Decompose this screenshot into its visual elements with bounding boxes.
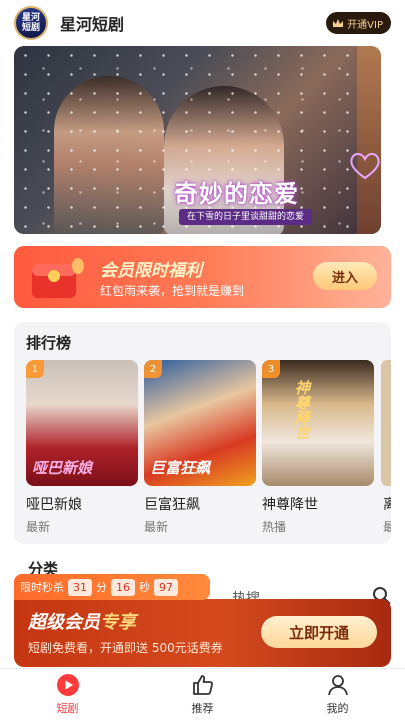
drama-poster[interactable]: 1 哑巴新娘 xyxy=(26,360,138,486)
user-icon xyxy=(327,675,348,696)
countdown-unit-min: 分 xyxy=(96,581,107,594)
flash-sale-countdown: 限时秒杀 31 分 16 秒 97 xyxy=(14,574,210,600)
drama-poster[interactable]: 2 巨富狂飙 xyxy=(144,360,256,486)
banner-subtitle: 在下雪的日子里谈甜甜的恋爱 xyxy=(179,209,313,225)
nav-label: 我的 xyxy=(326,702,349,715)
app-title: 星河短剧 xyxy=(60,15,125,34)
app-header: 星河 短剧 星河短剧 开通VIP xyxy=(0,0,405,46)
ranking-heading: 排行榜 xyxy=(26,334,72,352)
countdown-ms: 97 xyxy=(154,578,178,596)
poster-title: 神尊降世 xyxy=(293,380,311,440)
nav-item-shorts[interactable]: 短剧 xyxy=(0,669,135,720)
countdown-unit-sec: 秒 xyxy=(139,581,150,594)
poster-title: 哑巴新娘 xyxy=(32,459,93,477)
crown-icon xyxy=(333,19,344,27)
drama-tag: 最新 xyxy=(26,520,51,534)
rank-badge: 3 xyxy=(262,360,280,378)
promo-subtitle: 红包雨来袭，抢到就是赚到 xyxy=(100,284,245,298)
drama-name[interactable]: 巨富狂飙 xyxy=(144,494,200,514)
nav-item-recommend[interactable]: 推荐 xyxy=(135,669,270,720)
drama-name[interactable]: 神尊降世 xyxy=(262,494,318,514)
nav-label: 推荐 xyxy=(191,702,214,715)
vip-title-main: 超级会员 xyxy=(28,612,100,633)
poster-image xyxy=(262,360,374,486)
drama-name[interactable]: 哑巴新娘 xyxy=(26,494,82,514)
rank-badge: 1 xyxy=(26,360,44,378)
play-icon xyxy=(56,674,79,696)
red-envelope-icon xyxy=(32,258,84,298)
open-vip-button[interactable]: 开通VIP xyxy=(326,12,391,34)
super-vip-banner[interactable]: 超级会员专享 短剧免费看，开通即送 500元话费券 立即开通 xyxy=(14,599,391,667)
ranking-section: 排行榜 1 哑巴新娘 哑巴新娘 最新 2 巨富狂飙 巨富狂飙 最新 3 神尊降世… xyxy=(14,322,391,544)
featured-banner[interactable]: 奇妙的恋爱 在下雪的日子里谈甜甜的恋爱 xyxy=(14,46,381,234)
vip-button-label: 开通VIP xyxy=(347,19,383,31)
open-now-button[interactable]: 立即开通 xyxy=(261,616,377,648)
drama-tag-partial: 最 xyxy=(383,520,391,534)
vip-banner-title: 超级会员专享 xyxy=(28,608,136,634)
flash-sale-label: 限时秒杀 xyxy=(20,581,64,594)
enter-button[interactable]: 进入 xyxy=(313,262,377,290)
drama-tag: 热播 xyxy=(262,520,287,534)
bottom-navigation: 短剧 推荐 我的 xyxy=(0,668,405,720)
heart-icon xyxy=(350,153,380,180)
nav-label: 短剧 xyxy=(56,702,79,715)
banner-title: 奇妙的恋爱 xyxy=(174,180,299,208)
thumbs-up-icon xyxy=(192,675,213,695)
rank-badge: 2 xyxy=(144,360,162,378)
drama-poster[interactable]: 3 神尊降世 xyxy=(262,360,374,486)
drama-tag: 最新 xyxy=(144,520,169,534)
member-benefit-banner[interactable]: 会员限时福利 红包雨来袭，抢到就是赚到 进入 xyxy=(14,246,391,308)
next-poster-peek[interactable] xyxy=(381,360,391,486)
countdown-seconds: 16 xyxy=(111,578,135,596)
promo-title: 会员限时福利 xyxy=(100,261,202,281)
app-logo: 星河 短剧 xyxy=(14,6,48,40)
vip-banner-subtitle: 短剧免费看，开通即送 500元话费券 xyxy=(28,641,223,655)
drama-name-partial: 离 xyxy=(383,497,391,513)
nav-item-profile[interactable]: 我的 xyxy=(270,669,405,720)
vip-title-accent: 专享 xyxy=(100,612,136,633)
logo-text: 星河 短剧 xyxy=(21,13,40,33)
countdown-minutes: 31 xyxy=(68,578,92,596)
poster-title: 巨富狂飙 xyxy=(150,459,211,477)
next-banner-peek xyxy=(357,46,381,234)
